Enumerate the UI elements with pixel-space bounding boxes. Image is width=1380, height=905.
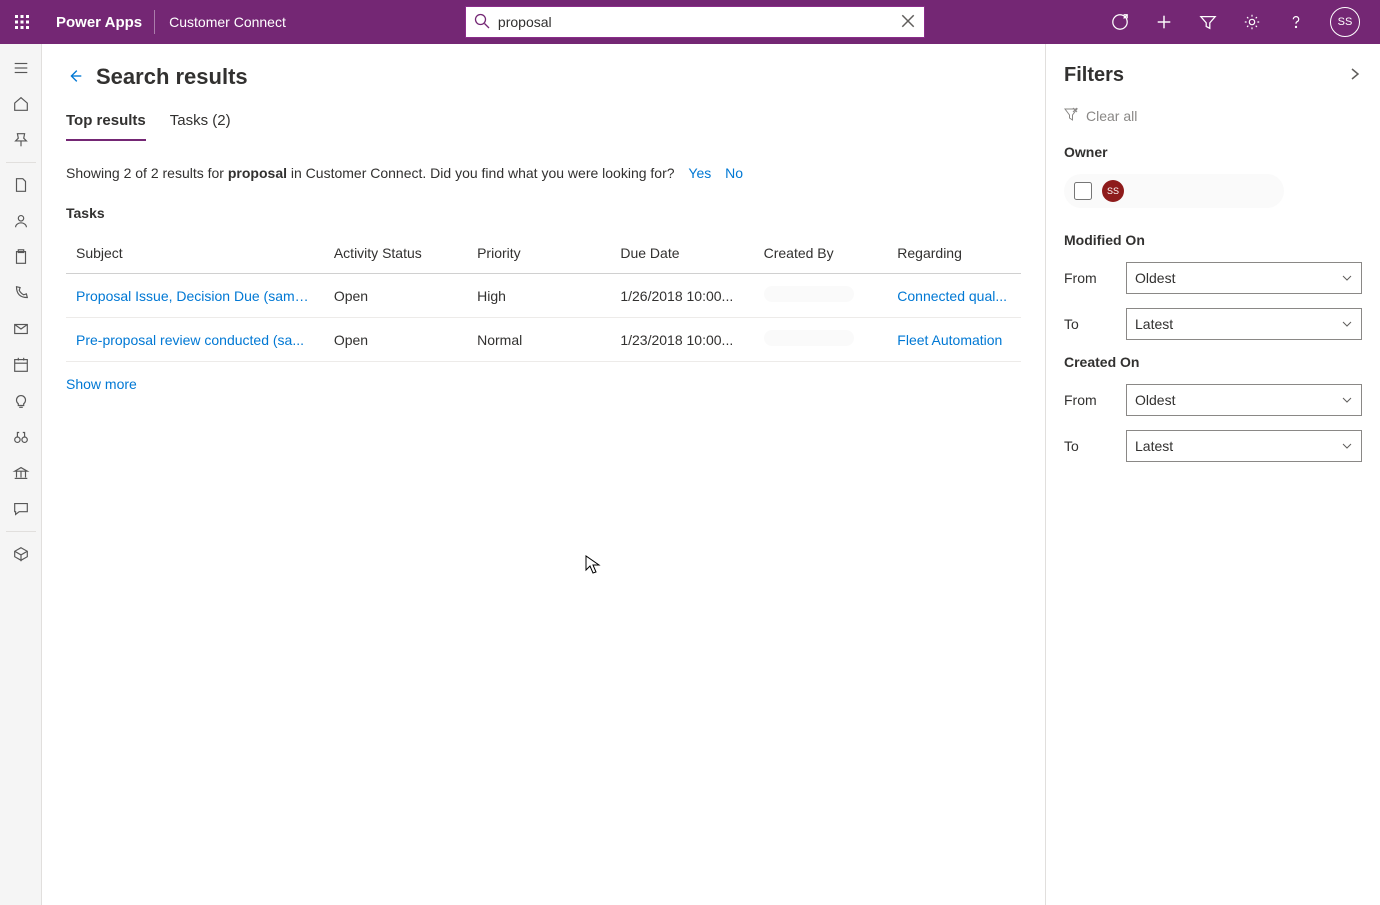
search-input[interactable] xyxy=(490,7,900,37)
page-title: Search results xyxy=(96,64,248,90)
owner-avatar-chip: SS xyxy=(1102,180,1124,202)
nav-calendar-icon[interactable] xyxy=(0,347,42,383)
cell-subject[interactable]: Pre-proposal review conducted (sa... xyxy=(66,318,324,362)
col-subject[interactable]: Subject xyxy=(66,233,324,274)
chevron-down-icon xyxy=(1341,318,1353,330)
results-table: Subject Activity Status Priority Due Dat… xyxy=(66,233,1021,362)
created-from-label: From xyxy=(1064,392,1112,408)
owner-filter-row[interactable]: SS xyxy=(1064,174,1284,208)
global-search-box[interactable] xyxy=(465,6,925,38)
filter-created-label: Created On xyxy=(1064,354,1362,370)
nav-separator xyxy=(6,531,36,532)
nav-home-icon[interactable] xyxy=(0,86,42,122)
created-to-select[interactable]: Latest xyxy=(1126,430,1362,462)
nav-bank-icon[interactable] xyxy=(0,455,42,491)
results-summary: Showing 2 of 2 results for proposal in C… xyxy=(66,165,1021,181)
environment-name[interactable]: Customer Connect xyxy=(155,14,300,30)
modified-to-label: To xyxy=(1064,316,1112,332)
cell-regarding[interactable]: Connected qual... xyxy=(887,274,1021,318)
feedback-no-link[interactable]: No xyxy=(725,165,743,181)
clear-search-icon[interactable] xyxy=(900,13,916,32)
cell-status: Open xyxy=(324,274,467,318)
cell-createdby xyxy=(754,318,888,362)
tab-top-results[interactable]: Top results xyxy=(66,112,146,141)
summary-term: proposal xyxy=(228,165,287,181)
filter-owner-label: Owner xyxy=(1064,144,1362,160)
left-nav xyxy=(0,44,42,905)
table-row[interactable]: Proposal Issue, Decision Due (sampl... O… xyxy=(66,274,1021,318)
tab-tasks[interactable]: Tasks (2) xyxy=(170,112,231,141)
cell-due: 1/26/2018 10:00... xyxy=(610,274,753,318)
collapse-filters-icon[interactable] xyxy=(1348,67,1362,84)
user-avatar[interactable]: SS xyxy=(1330,7,1360,37)
result-tabs: Top results Tasks (2) xyxy=(66,112,1021,141)
filters-title: Filters xyxy=(1064,64,1124,87)
col-status[interactable]: Activity Status xyxy=(324,233,467,274)
filters-panel: Filters Clear all Owner SS Modified On F… xyxy=(1045,44,1380,905)
help-icon[interactable] xyxy=(1286,12,1306,32)
search-icon xyxy=(474,13,490,32)
modified-to-select[interactable]: Latest xyxy=(1126,308,1362,340)
clear-filter-icon xyxy=(1064,107,1078,124)
chevron-down-icon xyxy=(1341,440,1353,452)
table-header-row: Subject Activity Status Priority Due Dat… xyxy=(66,233,1021,274)
settings-icon[interactable] xyxy=(1242,12,1262,32)
modified-from-label: From xyxy=(1064,270,1112,286)
nav-lightbulb-icon[interactable] xyxy=(0,383,42,419)
app-header: Power Apps Customer Connect SS xyxy=(0,0,1380,44)
chevron-down-icon xyxy=(1341,272,1353,284)
clear-all-label: Clear all xyxy=(1086,108,1137,124)
summary-suffix: in Customer Connect. Did you find what y… xyxy=(287,165,675,181)
show-more-link[interactable]: Show more xyxy=(66,376,1021,392)
target-icon[interactable] xyxy=(1110,12,1130,32)
filter-icon[interactable] xyxy=(1198,12,1218,32)
nav-cube-icon[interactable] xyxy=(0,536,42,572)
add-icon[interactable] xyxy=(1154,12,1174,32)
cell-createdby xyxy=(754,274,888,318)
owner-checkbox[interactable] xyxy=(1074,182,1092,200)
table-row[interactable]: Pre-proposal review conducted (sa... Ope… xyxy=(66,318,1021,362)
nav-hamburger-icon[interactable] xyxy=(0,50,42,86)
filter-modified-label: Modified On xyxy=(1064,232,1362,248)
nav-mail-icon[interactable] xyxy=(0,311,42,347)
nav-pin-icon[interactable] xyxy=(0,122,42,158)
created-from-select[interactable]: Oldest xyxy=(1126,384,1362,416)
cell-priority: High xyxy=(467,274,610,318)
summary-prefix: Showing 2 of 2 results for xyxy=(66,165,228,181)
cell-priority: Normal xyxy=(467,318,610,362)
header-actions: SS xyxy=(1090,7,1380,37)
app-name-label: Power Apps xyxy=(44,14,154,31)
col-createdby[interactable]: Created By xyxy=(754,233,888,274)
main-content: Search results Top results Tasks (2) Sho… xyxy=(42,44,1045,905)
cell-subject[interactable]: Proposal Issue, Decision Due (sampl... xyxy=(66,274,324,318)
chevron-down-icon xyxy=(1341,394,1353,406)
back-icon[interactable] xyxy=(66,67,84,88)
col-priority[interactable]: Priority xyxy=(467,233,610,274)
nav-separator xyxy=(6,162,36,163)
cell-status: Open xyxy=(324,318,467,362)
modified-from-select[interactable]: Oldest xyxy=(1126,262,1362,294)
nav-phone-icon[interactable] xyxy=(0,275,42,311)
nav-clipboard-icon[interactable] xyxy=(0,239,42,275)
clear-all-filters[interactable]: Clear all xyxy=(1064,107,1362,124)
app-launcher-icon[interactable] xyxy=(0,0,44,44)
nav-document-icon[interactable] xyxy=(0,167,42,203)
feedback-yes-link[interactable]: Yes xyxy=(688,165,711,181)
nav-person-icon[interactable] xyxy=(0,203,42,239)
nav-chat-icon[interactable] xyxy=(0,491,42,527)
col-regarding[interactable]: Regarding xyxy=(887,233,1021,274)
cell-regarding[interactable]: Fleet Automation xyxy=(887,318,1021,362)
section-label-tasks: Tasks xyxy=(66,205,1021,221)
cell-due: 1/23/2018 10:00... xyxy=(610,318,753,362)
col-due[interactable]: Due Date xyxy=(610,233,753,274)
nav-binoculars-icon[interactable] xyxy=(0,419,42,455)
created-to-label: To xyxy=(1064,438,1112,454)
